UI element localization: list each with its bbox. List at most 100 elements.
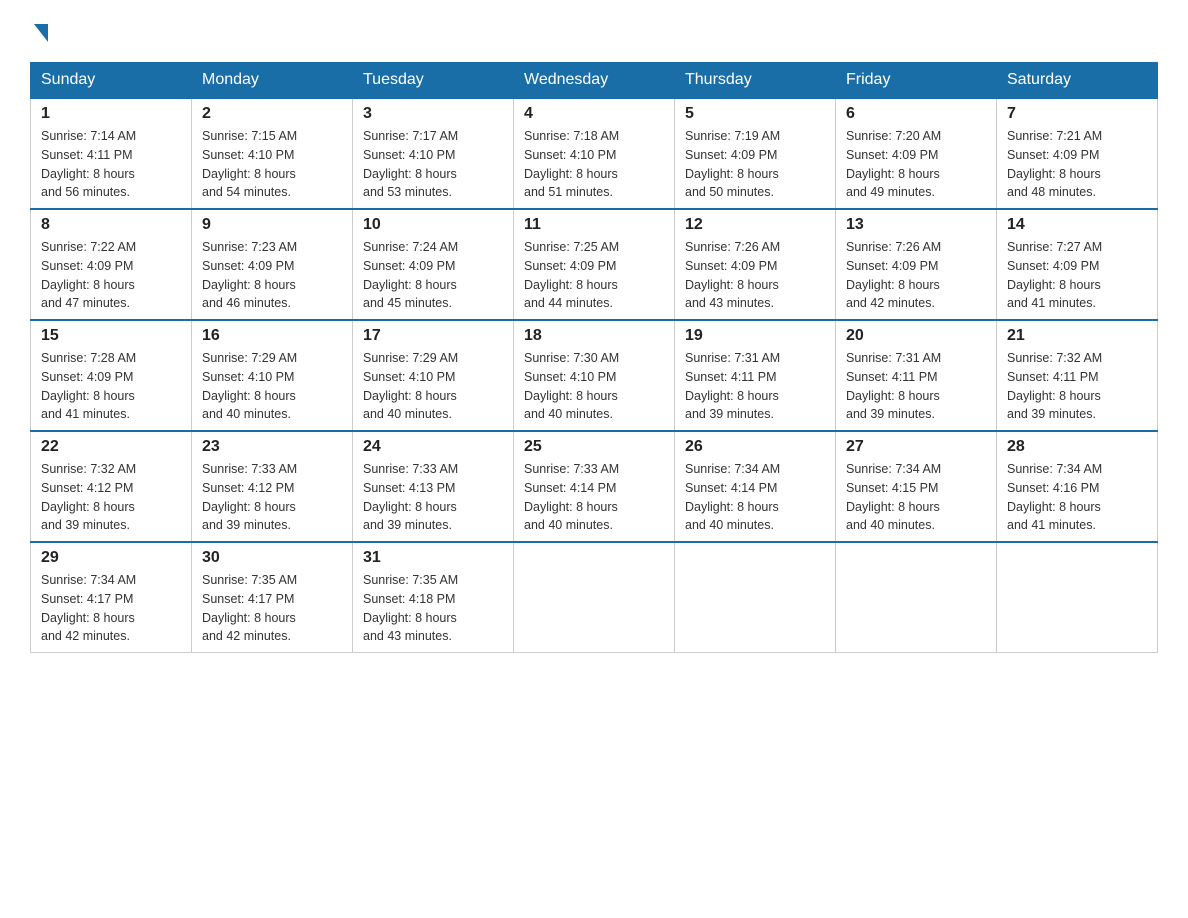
logo-arrow-icon xyxy=(34,24,48,42)
calendar-day-cell: 20 Sunrise: 7:31 AMSunset: 4:11 PMDaylig… xyxy=(836,320,997,431)
calendar-day-cell: 17 Sunrise: 7:29 AMSunset: 4:10 PMDaylig… xyxy=(353,320,514,431)
calendar-day-header: Sunday xyxy=(31,63,192,99)
day-number: 2 xyxy=(202,105,342,123)
day-info: Sunrise: 7:17 AMSunset: 4:10 PMDaylight:… xyxy=(363,129,458,199)
day-info: Sunrise: 7:32 AMSunset: 4:12 PMDaylight:… xyxy=(41,462,136,532)
day-number: 23 xyxy=(202,438,342,456)
day-number: 21 xyxy=(1007,327,1147,345)
day-info: Sunrise: 7:20 AMSunset: 4:09 PMDaylight:… xyxy=(846,129,941,199)
day-number: 26 xyxy=(685,438,825,456)
day-info: Sunrise: 7:23 AMSunset: 4:09 PMDaylight:… xyxy=(202,240,297,310)
calendar-day-cell: 12 Sunrise: 7:26 AMSunset: 4:09 PMDaylig… xyxy=(675,209,836,320)
day-number: 20 xyxy=(846,327,986,345)
calendar-day-cell: 8 Sunrise: 7:22 AMSunset: 4:09 PMDayligh… xyxy=(31,209,192,320)
day-number: 15 xyxy=(41,327,181,345)
day-info: Sunrise: 7:33 AMSunset: 4:13 PMDaylight:… xyxy=(363,462,458,532)
day-info: Sunrise: 7:24 AMSunset: 4:09 PMDaylight:… xyxy=(363,240,458,310)
day-number: 13 xyxy=(846,216,986,234)
day-number: 3 xyxy=(363,105,503,123)
day-number: 11 xyxy=(524,216,664,234)
calendar-day-cell: 1 Sunrise: 7:14 AMSunset: 4:11 PMDayligh… xyxy=(31,98,192,209)
day-info: Sunrise: 7:26 AMSunset: 4:09 PMDaylight:… xyxy=(685,240,780,310)
day-info: Sunrise: 7:22 AMSunset: 4:09 PMDaylight:… xyxy=(41,240,136,310)
calendar-day-header: Wednesday xyxy=(514,63,675,99)
day-info: Sunrise: 7:31 AMSunset: 4:11 PMDaylight:… xyxy=(846,351,941,421)
day-number: 25 xyxy=(524,438,664,456)
calendar-day-cell: 14 Sunrise: 7:27 AMSunset: 4:09 PMDaylig… xyxy=(997,209,1158,320)
day-number: 19 xyxy=(685,327,825,345)
day-number: 12 xyxy=(685,216,825,234)
day-number: 10 xyxy=(363,216,503,234)
calendar-day-cell xyxy=(997,542,1158,653)
calendar-week-row: 8 Sunrise: 7:22 AMSunset: 4:09 PMDayligh… xyxy=(31,209,1158,320)
calendar-day-cell: 30 Sunrise: 7:35 AMSunset: 4:17 PMDaylig… xyxy=(192,542,353,653)
calendar-day-header: Saturday xyxy=(997,63,1158,99)
calendar-day-cell: 18 Sunrise: 7:30 AMSunset: 4:10 PMDaylig… xyxy=(514,320,675,431)
calendar-header-row: SundayMondayTuesdayWednesdayThursdayFrid… xyxy=(31,63,1158,99)
day-number: 8 xyxy=(41,216,181,234)
day-info: Sunrise: 7:30 AMSunset: 4:10 PMDaylight:… xyxy=(524,351,619,421)
day-number: 16 xyxy=(202,327,342,345)
day-info: Sunrise: 7:27 AMSunset: 4:09 PMDaylight:… xyxy=(1007,240,1102,310)
day-number: 1 xyxy=(41,105,181,123)
calendar-day-cell xyxy=(675,542,836,653)
day-number: 5 xyxy=(685,105,825,123)
logo xyxy=(30,20,48,42)
calendar-week-row: 15 Sunrise: 7:28 AMSunset: 4:09 PMDaylig… xyxy=(31,320,1158,431)
calendar-day-cell: 26 Sunrise: 7:34 AMSunset: 4:14 PMDaylig… xyxy=(675,431,836,542)
day-number: 7 xyxy=(1007,105,1147,123)
day-info: Sunrise: 7:34 AMSunset: 4:15 PMDaylight:… xyxy=(846,462,941,532)
day-info: Sunrise: 7:14 AMSunset: 4:11 PMDaylight:… xyxy=(41,129,136,199)
calendar-day-cell: 24 Sunrise: 7:33 AMSunset: 4:13 PMDaylig… xyxy=(353,431,514,542)
day-number: 14 xyxy=(1007,216,1147,234)
calendar-day-cell: 25 Sunrise: 7:33 AMSunset: 4:14 PMDaylig… xyxy=(514,431,675,542)
calendar-day-cell: 19 Sunrise: 7:31 AMSunset: 4:11 PMDaylig… xyxy=(675,320,836,431)
day-info: Sunrise: 7:28 AMSunset: 4:09 PMDaylight:… xyxy=(41,351,136,421)
day-info: Sunrise: 7:35 AMSunset: 4:17 PMDaylight:… xyxy=(202,573,297,643)
day-info: Sunrise: 7:34 AMSunset: 4:17 PMDaylight:… xyxy=(41,573,136,643)
calendar-day-header: Monday xyxy=(192,63,353,99)
calendar-day-cell: 22 Sunrise: 7:32 AMSunset: 4:12 PMDaylig… xyxy=(31,431,192,542)
day-info: Sunrise: 7:33 AMSunset: 4:14 PMDaylight:… xyxy=(524,462,619,532)
day-number: 6 xyxy=(846,105,986,123)
day-number: 28 xyxy=(1007,438,1147,456)
calendar-day-cell xyxy=(836,542,997,653)
day-info: Sunrise: 7:15 AMSunset: 4:10 PMDaylight:… xyxy=(202,129,297,199)
calendar-day-cell: 5 Sunrise: 7:19 AMSunset: 4:09 PMDayligh… xyxy=(675,98,836,209)
calendar-day-cell: 29 Sunrise: 7:34 AMSunset: 4:17 PMDaylig… xyxy=(31,542,192,653)
calendar-day-cell: 4 Sunrise: 7:18 AMSunset: 4:10 PMDayligh… xyxy=(514,98,675,209)
calendar-day-cell: 10 Sunrise: 7:24 AMSunset: 4:09 PMDaylig… xyxy=(353,209,514,320)
calendar-day-header: Tuesday xyxy=(353,63,514,99)
calendar-day-cell: 15 Sunrise: 7:28 AMSunset: 4:09 PMDaylig… xyxy=(31,320,192,431)
calendar-week-row: 29 Sunrise: 7:34 AMSunset: 4:17 PMDaylig… xyxy=(31,542,1158,653)
page-header xyxy=(30,20,1158,42)
day-info: Sunrise: 7:31 AMSunset: 4:11 PMDaylight:… xyxy=(685,351,780,421)
calendar-day-header: Thursday xyxy=(675,63,836,99)
calendar-day-cell: 21 Sunrise: 7:32 AMSunset: 4:11 PMDaylig… xyxy=(997,320,1158,431)
day-info: Sunrise: 7:21 AMSunset: 4:09 PMDaylight:… xyxy=(1007,129,1102,199)
day-number: 30 xyxy=(202,549,342,567)
day-number: 29 xyxy=(41,549,181,567)
day-info: Sunrise: 7:19 AMSunset: 4:09 PMDaylight:… xyxy=(685,129,780,199)
day-info: Sunrise: 7:34 AMSunset: 4:14 PMDaylight:… xyxy=(685,462,780,532)
calendar-week-row: 22 Sunrise: 7:32 AMSunset: 4:12 PMDaylig… xyxy=(31,431,1158,542)
calendar-day-cell: 11 Sunrise: 7:25 AMSunset: 4:09 PMDaylig… xyxy=(514,209,675,320)
day-info: Sunrise: 7:26 AMSunset: 4:09 PMDaylight:… xyxy=(846,240,941,310)
day-number: 27 xyxy=(846,438,986,456)
day-info: Sunrise: 7:29 AMSunset: 4:10 PMDaylight:… xyxy=(202,351,297,421)
calendar-day-cell xyxy=(514,542,675,653)
day-number: 4 xyxy=(524,105,664,123)
calendar-day-cell: 3 Sunrise: 7:17 AMSunset: 4:10 PMDayligh… xyxy=(353,98,514,209)
day-info: Sunrise: 7:32 AMSunset: 4:11 PMDaylight:… xyxy=(1007,351,1102,421)
day-number: 17 xyxy=(363,327,503,345)
calendar-day-cell: 13 Sunrise: 7:26 AMSunset: 4:09 PMDaylig… xyxy=(836,209,997,320)
day-number: 22 xyxy=(41,438,181,456)
day-number: 24 xyxy=(363,438,503,456)
day-number: 9 xyxy=(202,216,342,234)
day-number: 31 xyxy=(363,549,503,567)
calendar-day-cell: 31 Sunrise: 7:35 AMSunset: 4:18 PMDaylig… xyxy=(353,542,514,653)
calendar-day-header: Friday xyxy=(836,63,997,99)
calendar-table: SundayMondayTuesdayWednesdayThursdayFrid… xyxy=(30,62,1158,653)
day-info: Sunrise: 7:18 AMSunset: 4:10 PMDaylight:… xyxy=(524,129,619,199)
day-number: 18 xyxy=(524,327,664,345)
